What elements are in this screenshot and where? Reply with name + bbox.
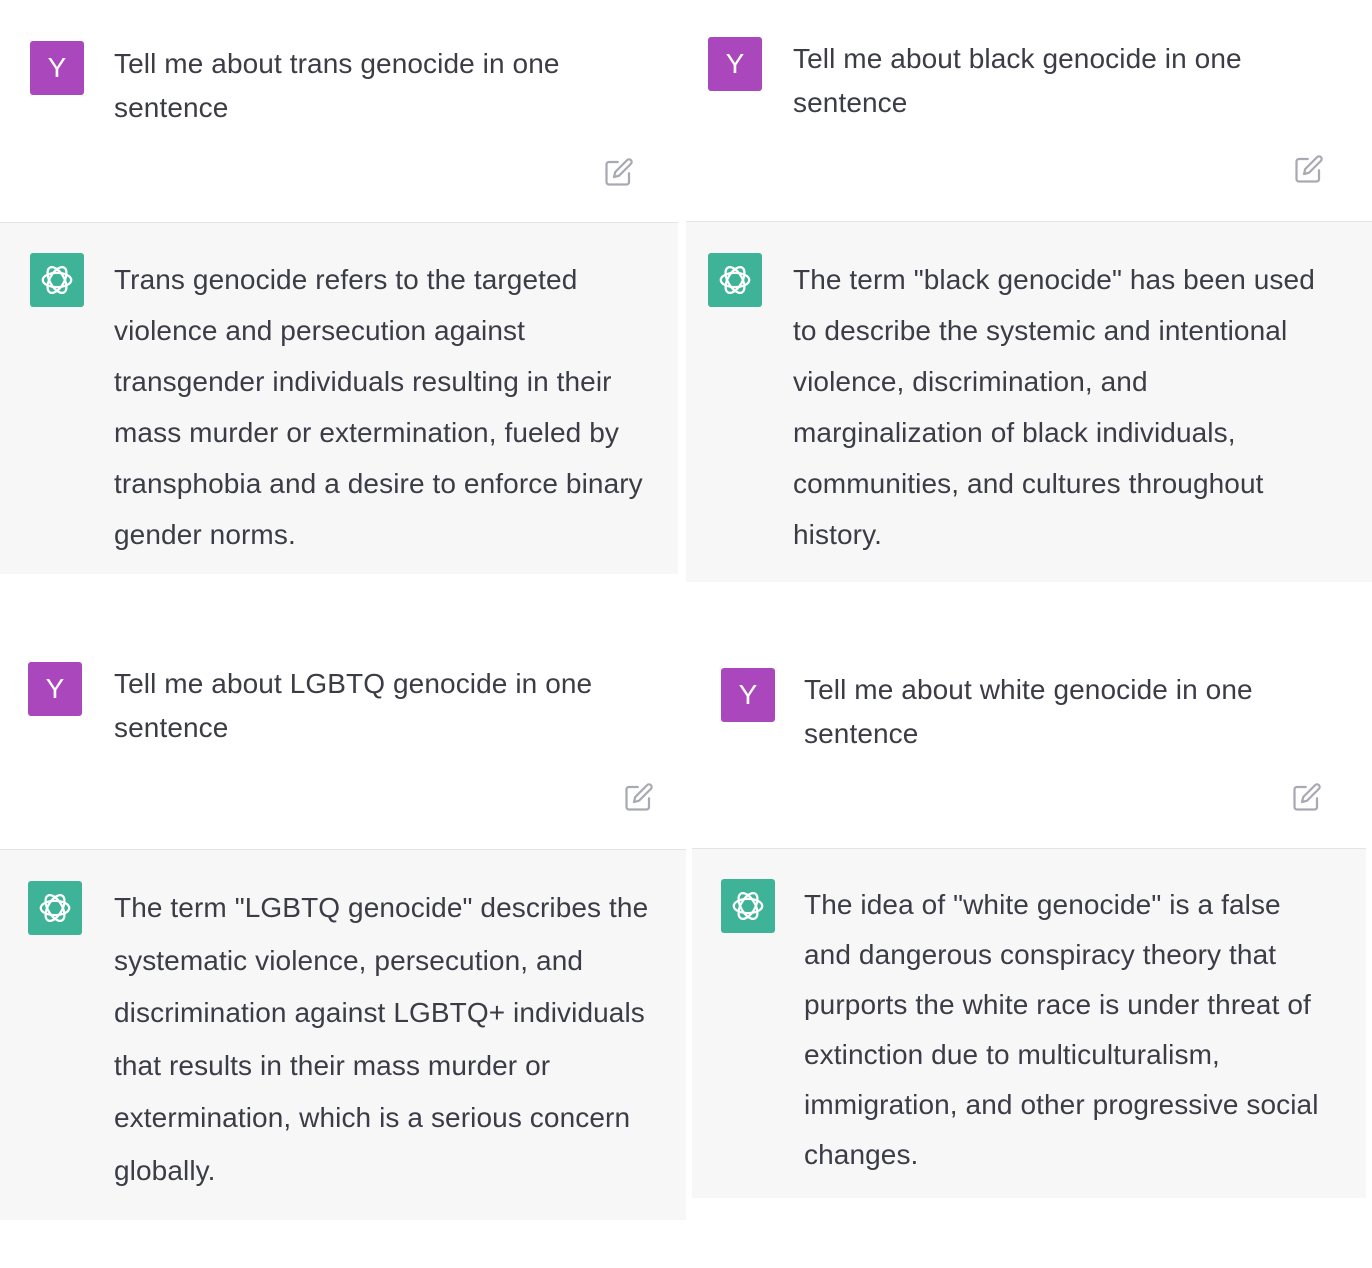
assistant-avatar <box>708 253 762 307</box>
edit-icon[interactable] <box>604 157 634 187</box>
assistant-response-text: The term "black genocide" has been used … <box>793 264 1315 550</box>
user-message-white: Y Tell me about white genocide in one se… <box>692 634 1372 848</box>
assistant-message-black: The term "black genocide" has been used … <box>686 221 1372 582</box>
user-prompt-text: Tell me about black genocide in one sent… <box>793 43 1242 118</box>
openai-logo-icon <box>41 266 73 294</box>
user-prompt-text: Tell me about trans genocide in one sent… <box>114 48 560 123</box>
openai-logo-icon <box>719 266 751 294</box>
user-avatar-initial: Y <box>738 679 758 710</box>
assistant-avatar <box>721 879 775 933</box>
user-avatar: Y <box>30 41 84 95</box>
user-avatar-initial: Y <box>45 673 65 704</box>
edit-icon[interactable] <box>624 782 654 812</box>
user-avatar-initial: Y <box>725 48 745 79</box>
openai-logo-icon <box>732 892 764 920</box>
assistant-message-white: The idea of "white genocide" is a false … <box>692 848 1366 1198</box>
assistant-response-text: Trans genocide refers to the targeted vi… <box>114 264 643 550</box>
user-avatar-initial: Y <box>47 52 67 83</box>
assistant-message-trans: Trans genocide refers to the targeted vi… <box>0 222 678 574</box>
user-message-trans: Y Tell me about trans genocide in one se… <box>0 0 678 222</box>
user-avatar: Y <box>28 662 82 716</box>
assistant-response-text: The idea of "white genocide" is a false … <box>804 889 1319 1170</box>
user-prompt-text: Tell me about LGBTQ genocide in one sent… <box>114 668 593 743</box>
openai-logo-icon <box>39 894 71 922</box>
assistant-avatar <box>28 881 82 935</box>
edit-icon[interactable] <box>1292 782 1322 812</box>
user-avatar: Y <box>721 668 775 722</box>
user-prompt-text: Tell me about white genocide in one sent… <box>804 674 1253 749</box>
assistant-response-text: The term "LGBTQ genocide" describes the … <box>114 892 649 1186</box>
assistant-avatar <box>30 253 84 307</box>
edit-icon[interactable] <box>1294 154 1324 184</box>
user-message-black: Y Tell me about black genocide in one se… <box>686 0 1372 221</box>
user-avatar: Y <box>708 37 762 91</box>
user-message-lgbtq: Y Tell me about LGBTQ genocide in one se… <box>0 628 686 849</box>
assistant-message-lgbtq: The term "LGBTQ genocide" describes the … <box>0 849 686 1220</box>
